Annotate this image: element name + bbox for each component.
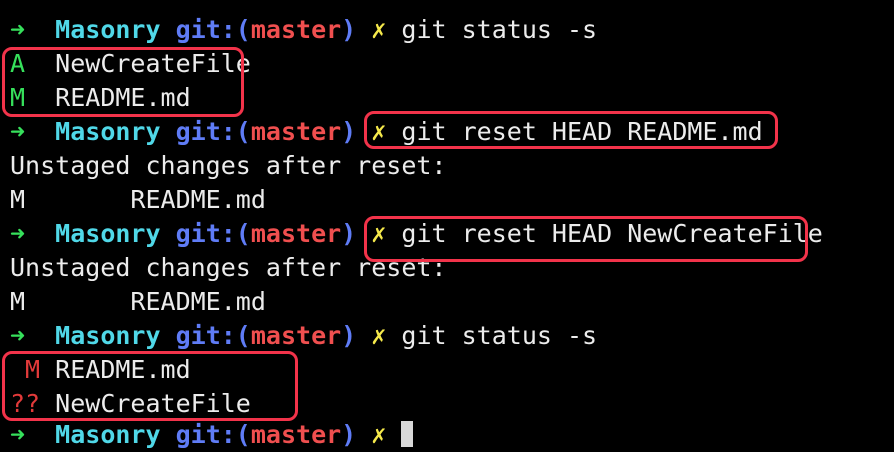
text-cursor[interactable] bbox=[401, 421, 414, 447]
prompt-arrow: ➜ bbox=[10, 117, 26, 146]
output-line: M README.md bbox=[10, 285, 266, 319]
status-file: README.md bbox=[55, 83, 191, 112]
prompt-git-open: git:( bbox=[175, 15, 251, 44]
prompt-branch: master bbox=[250, 15, 342, 44]
status-code: M bbox=[10, 83, 26, 112]
prompt-dirty-mark: ✗ bbox=[371, 117, 387, 146]
command-text: git reset HEAD README.md bbox=[401, 117, 763, 146]
prompt-arrow: ➜ bbox=[10, 15, 26, 44]
status-file: README.md bbox=[55, 355, 191, 384]
output-text: Unstaged changes after reset: bbox=[10, 151, 447, 180]
prompt-git-close: ) bbox=[341, 219, 357, 248]
prompt-branch: master bbox=[250, 420, 342, 449]
prompt-line-4: ➜ Masonry git:(master) ✗ git status -s bbox=[10, 319, 597, 353]
prompt-dirty-mark: ✗ bbox=[371, 219, 387, 248]
output-line: M README.md bbox=[10, 183, 266, 217]
prompt-arrow: ➜ bbox=[10, 219, 26, 248]
prompt-arrow: ➜ bbox=[10, 420, 26, 449]
prompt-dir: Masonry bbox=[55, 420, 161, 449]
output-line: Unstaged changes after reset: bbox=[10, 149, 447, 183]
prompt-dir: Masonry bbox=[55, 15, 161, 44]
output-line: Unstaged changes after reset: bbox=[10, 251, 447, 285]
prompt-git-close: ) bbox=[341, 321, 357, 350]
prompt-git-open: git:( bbox=[175, 420, 251, 449]
prompt-git-close: ) bbox=[341, 15, 357, 44]
status-line: A NewCreateFile bbox=[10, 47, 251, 81]
status-file: README.md bbox=[130, 287, 266, 316]
output-text: Unstaged changes after reset: bbox=[10, 253, 447, 282]
status-code: M bbox=[10, 355, 41, 384]
status-line: M README.md bbox=[10, 81, 191, 115]
status-line: ?? NewCreateFile bbox=[10, 387, 251, 421]
prompt-line-2: ➜ Masonry git:(master) ✗ git reset HEAD … bbox=[10, 115, 763, 149]
status-file: NewCreateFile bbox=[55, 389, 251, 418]
prompt-branch: master bbox=[250, 219, 342, 248]
prompt-git-open: git:( bbox=[175, 117, 251, 146]
prompt-line-5: ➜ Masonry git:(master) ✗ bbox=[10, 418, 414, 452]
prompt-line-3: ➜ Masonry git:(master) ✗ git reset HEAD … bbox=[10, 217, 823, 251]
prompt-line-1: ➜ Masonry git:(master) ✗ git status -s bbox=[10, 13, 597, 47]
command-text: git status -s bbox=[401, 15, 598, 44]
prompt-branch: master bbox=[250, 117, 342, 146]
prompt-git-close: ) bbox=[341, 420, 357, 449]
status-file: README.md bbox=[130, 185, 266, 214]
status-code: ?? bbox=[10, 389, 41, 418]
status-line: M README.md bbox=[10, 353, 191, 387]
command-text: git reset HEAD NewCreateFile bbox=[401, 219, 823, 248]
prompt-dir: Masonry bbox=[55, 321, 161, 350]
status-file: NewCreateFile bbox=[55, 49, 251, 78]
prompt-dirty-mark: ✗ bbox=[371, 321, 387, 350]
prompt-dirty-mark: ✗ bbox=[371, 420, 387, 449]
command-text: git status -s bbox=[401, 321, 598, 350]
prompt-dir: Masonry bbox=[55, 117, 161, 146]
status-code: M bbox=[10, 185, 26, 214]
prompt-dir: Masonry bbox=[55, 219, 161, 248]
status-code: M bbox=[10, 287, 26, 316]
prompt-git-open: git:( bbox=[175, 219, 251, 248]
prompt-dirty-mark: ✗ bbox=[371, 15, 387, 44]
prompt-git-open: git:( bbox=[175, 321, 251, 350]
status-code: A bbox=[10, 49, 26, 78]
prompt-arrow: ➜ bbox=[10, 321, 26, 350]
prompt-git-close: ) bbox=[341, 117, 357, 146]
prompt-branch: master bbox=[250, 321, 342, 350]
